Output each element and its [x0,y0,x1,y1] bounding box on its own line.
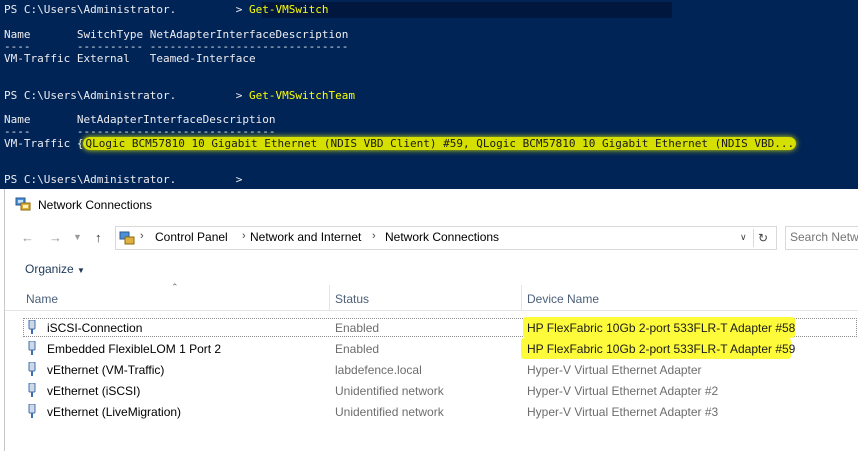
breadcrumb[interactable]: › Control Panel › Network and Internet ›… [115,226,777,250]
search-box[interactable] [785,226,858,250]
list-item[interactable]: vEthernet (LiveMigration) Unidentified n… [5,401,858,422]
connection-name: Embedded FlexibleLOM 1 Port 2 [47,342,222,356]
command-bar: Organize ▼ [5,254,858,285]
console-line-prompt-3[interactable]: PS C:\Users\Administrator. > [4,173,250,187]
control-panel-icon [119,231,135,245]
device-name: HP FlexFabric 10Gb 2-port 533FLR-T Adapt… [527,321,796,335]
column-divider[interactable] [329,285,330,310]
chevron-down-icon[interactable]: ∨ [740,232,747,243]
device-name: Hyper-V Virtual Ethernet Adapter #2 [527,384,719,398]
connection-name: vEthernet (VM-Traffic) [47,363,165,377]
column-name[interactable]: Name [26,292,58,306]
connection-status: Enabled [335,342,380,356]
console-command: Get-VMSwitch [249,3,329,16]
organize-button[interactable]: Organize ▼ [25,262,85,276]
connection-status: Enabled [335,321,380,335]
console-prompt: PS C:\Users\Administrator. > [4,173,250,186]
breadcrumb-item[interactable]: Network Connections [385,230,499,244]
breadcrumb-item[interactable]: Network and Internet [250,230,361,244]
address-bar: ← → ▼ ↑ › Control Panel › Network and In… [5,220,858,255]
organize-label: Organize [25,262,74,276]
network-adapter-icon [28,341,36,355]
connection-name: vEthernet (LiveMigration) [47,405,182,419]
connection-name: vEthernet (iSCSI) [47,384,141,398]
breadcrumb-separator-icon[interactable]: › [242,230,246,242]
network-adapter-icon [28,383,36,397]
device-name: Hyper-V Virtual Ethernet Adapter [527,363,702,377]
search-input[interactable] [786,227,858,247]
console-line: VM-Traffic External Teamed-Interface [4,52,256,65]
list-item[interactable]: iSCSI-Connection Enabled HP FlexFabric 1… [5,317,858,338]
breadcrumb-separator-icon[interactable]: › [372,230,376,242]
window-title: Network Connections [38,198,153,212]
powershell-console: PS C:\Users\Administrator. > Get-VMSwitc… [0,0,858,189]
console-command: Get-VMSwitchTeam [249,89,356,102]
network-adapter-icon [28,320,36,334]
highlighted-adapter-list: QLogic BCM57810 10 Gigabit Ethernet (NDI… [83,137,797,150]
console-prompt: PS C:\Users\Administrator. > [4,3,250,16]
sort-up-icon: ⌃ [171,282,179,292]
connection-name: iSCSI-Connection [47,321,143,335]
column-header: ⌃ Name Status Device Name [5,282,858,311]
connection-status: Unidentified network [335,384,444,398]
refresh-icon[interactable]: ↻ [753,229,772,247]
breadcrumb-item[interactable]: Control Panel [155,230,228,244]
forward-icon[interactable]: → [49,230,62,245]
column-status[interactable]: Status [335,292,369,306]
connection-status: labdefence.local [335,363,422,377]
list-item[interactable]: vEthernet (iSCSI) Unidentified network H… [5,380,858,401]
network-connections-icon [15,197,31,211]
connection-status: Unidentified network [335,405,444,419]
network-adapter-icon [28,362,36,376]
network-connections-window: Network Connections ← → ▼ ↑ › Control Pa… [4,189,858,451]
column-device-name[interactable]: Device Name [527,292,599,306]
back-icon[interactable]: ← [21,230,34,245]
console-line-prompt-1: PS C:\Users\Administrator. > Get-VMSwitc… [4,3,329,17]
console-prefix: VM-Traffic { [4,137,84,150]
console-line-team: VM-Traffic {QLogic BCM57810 10 Gigabit E… [4,137,797,151]
up-icon[interactable]: ↑ [95,230,102,245]
chevron-down-icon[interactable]: ▼ [73,232,82,242]
device-name: Hyper-V Virtual Ethernet Adapter #3 [527,405,719,419]
breadcrumb-separator-icon[interactable]: › [140,230,144,242]
chevron-down-icon: ▼ [77,266,85,275]
console-prompt: PS C:\Users\Administrator. > [4,89,250,102]
list-item[interactable]: vEthernet (VM-Traffic) labdefence.local … [5,359,858,380]
console-line-prompt-2: PS C:\Users\Administrator. > Get-VMSwitc… [4,89,356,103]
column-divider[interactable] [521,285,522,310]
title-bar: Network Connections [5,189,858,220]
device-name: HP FlexFabric 10Gb 2-port 533FLR-T Adapt… [527,342,796,356]
network-adapter-icon [28,404,36,418]
list-item[interactable]: Embedded FlexibleLOM 1 Port 2 Enabled HP… [5,338,858,359]
